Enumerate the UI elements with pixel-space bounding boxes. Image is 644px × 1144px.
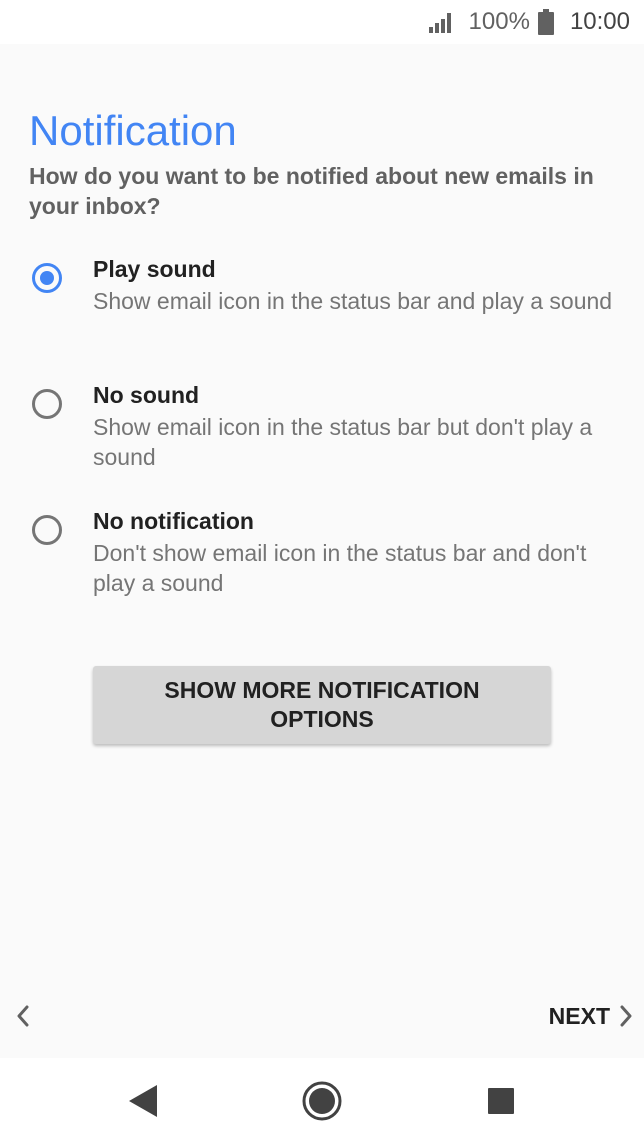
next-button[interactable]: NEXT bbox=[549, 1000, 634, 1032]
navigation-bar bbox=[0, 1058, 644, 1144]
option-no-notification[interactable]: No notification Don't show email icon in… bbox=[30, 506, 630, 602]
back-triangle-icon[interactable] bbox=[103, 1058, 183, 1144]
signal-icon bbox=[428, 11, 455, 33]
option-description: Show email icon in the status bar but do… bbox=[93, 414, 593, 470]
status-bar: 100% 10:00 bbox=[0, 0, 644, 44]
option-description: Show email icon in the status bar and pl… bbox=[93, 288, 613, 314]
option-title: Play sound bbox=[93, 256, 216, 282]
home-circle-icon[interactable] bbox=[282, 1058, 362, 1144]
page-title: Notification bbox=[29, 107, 237, 154]
radio-no-notification[interactable] bbox=[32, 515, 62, 545]
battery-icon bbox=[537, 9, 554, 35]
chevron-left-icon[interactable] bbox=[10, 1003, 36, 1029]
next-label: NEXT bbox=[548, 1002, 610, 1029]
show-more-notification-options-button[interactable]: SHOW MORE NOTIFICATION OPTIONS bbox=[93, 666, 551, 744]
option-title: No sound bbox=[93, 382, 200, 408]
clock: 10:00 bbox=[569, 8, 630, 35]
chevron-right-icon bbox=[618, 1004, 634, 1028]
radio-play-sound[interactable] bbox=[32, 263, 62, 293]
recents-square-icon[interactable] bbox=[461, 1058, 541, 1144]
option-description: Don't show email icon in the status bar … bbox=[93, 540, 587, 596]
page-question: How do you want to be notified about new… bbox=[29, 163, 594, 219]
option-no-sound[interactable]: No sound Show email icon in the status b… bbox=[30, 380, 630, 476]
option-title: No notification bbox=[93, 508, 254, 534]
battery-percent: 100% bbox=[468, 8, 530, 35]
radio-no-sound[interactable] bbox=[32, 389, 62, 419]
option-play-sound[interactable]: Play sound Show email icon in the status… bbox=[30, 254, 630, 350]
